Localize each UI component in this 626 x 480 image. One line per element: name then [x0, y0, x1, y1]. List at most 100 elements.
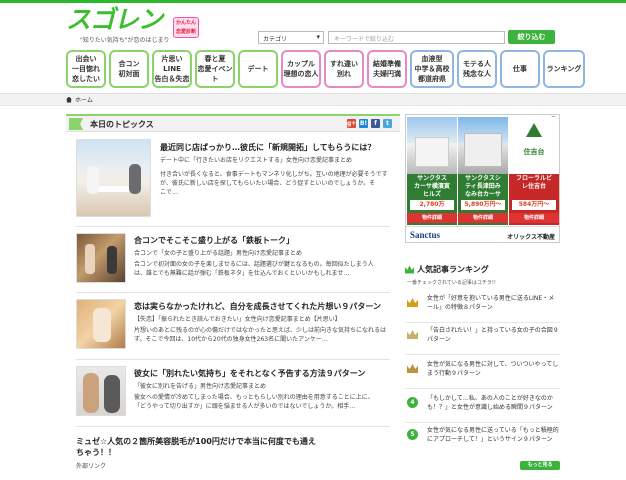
nav-item-work[interactable]: 仕事 [500, 50, 540, 88]
ranking-item[interactable]: 5 女性が気になる男性に送っている「もっと積極的にアプローチして！」というサイン… [405, 426, 560, 454]
ranking-item[interactable]: 女性が気になる男性に対して、ついついやってしまう行動９パターン [405, 360, 560, 388]
ranking-item-text[interactable]: 「もしかして…私、あの人のことが好きなのかも！？」と女性が意識し始める瞬間９パタ… [427, 394, 560, 412]
nav-item-marriage[interactable]: 結婚準備 夫婦円満 [367, 50, 407, 88]
nav-item-date[interactable]: デート [238, 50, 278, 88]
badge-text: かんたん 恋愛診断 [175, 20, 196, 35]
ad-detail-button[interactable]: 物件詳細 [458, 213, 508, 223]
article-summary: 【失恋】「振られたとき読んでおきたい」女性向け恋愛記事まとめ【片思い】 [134, 316, 341, 323]
ranking-item[interactable]: 女性が「好意を抱いている男性に送るLINE・メール」の特徴８パターン [405, 294, 560, 322]
ad-detail-button[interactable]: 物件詳細 [509, 213, 559, 223]
article-item[interactable]: 彼女に「別れたい気持ち」をそれとなく予告する方法９パターン 「彼女に別れを告げる… [76, 366, 390, 421]
article-item[interactable]: 最近同じ店ばっかり…彼氏に「新規開拓」してもらうには？ デート中に「行きたいお店… [76, 139, 390, 219]
crown-icon [405, 265, 414, 274]
ad-column[interactable]: 住吉台 フローラルビ レ住吉台 584万円〜 物件詳細 [509, 117, 559, 225]
chevron-down-icon: ▾ [316, 33, 320, 41]
ad-detail-button[interactable]: 物件詳細 [407, 213, 457, 223]
ranking-item-text[interactable]: 女性が「好意を抱いている男性に送るLINE・メール」の特徴８パターン [427, 294, 560, 312]
nav-item-crush[interactable]: 片思い LINE 告白＆失恋 [152, 50, 192, 88]
article-thumbnail[interactable] [76, 299, 126, 349]
thumb-person-shape [104, 375, 120, 413]
gold-crown-icon [407, 298, 418, 307]
nav-item-goukon[interactable]: 合コン 初対面 [109, 50, 149, 88]
ad-column[interactable]: サンクタス カーサ横濱寅 ヒルズ 2,780万 物件詳細 [407, 117, 457, 225]
article-excerpt: 「どうやって切り出すか」に頭を悩ませる人が多いのではないでしょうか。相手… [134, 403, 356, 410]
article-summary: 合コンで「女の子と盛り上がる話題」男性向け恋愛記事まとめ [134, 250, 303, 257]
breadcrumb-home[interactable]: ホーム [75, 95, 93, 104]
ad-property-name: サンクタス カーサ横濱寅 ヒルズ [414, 175, 450, 198]
thumb-person-shape [129, 164, 141, 194]
article-title[interactable]: ミュゼ☆人気の２箇所美容脱毛が100円だけで本当に何度でも通え ちゃう！！ [76, 436, 390, 458]
thumb-person-shape [85, 244, 95, 274]
ad-property-name: フローラルビ レ住吉台 [515, 175, 552, 190]
external-link-label: 外部リンク [76, 463, 107, 470]
category-select[interactable]: カテゴリ ▾ [258, 31, 324, 44]
ranking-title: 人気記事ランキング [417, 265, 489, 274]
breadcrumb: ホーム [66, 95, 93, 104]
divider [76, 226, 390, 227]
ad-property-name: サンクタスシ ティ長津田み なみ台カーサ [465, 175, 501, 198]
nav-item-bloodtype[interactable]: 血液型 中学＆高校 都道府県 [410, 50, 454, 88]
article-excerpt: 彼女への愛情が冷めてしまった場合、もっともらしい別れの理由を用意することに上に、 [134, 394, 374, 401]
thumb-person-shape [87, 166, 99, 194]
twitter-icon[interactable]: t [383, 119, 392, 128]
article-thumbnail[interactable] [76, 366, 126, 416]
site-tagline: "知りたい気持ち"が恋のはじまり [80, 37, 170, 44]
article-thumbnail[interactable] [76, 233, 126, 283]
article-thumbnail[interactable] [76, 139, 151, 217]
ranking-item[interactable]: 「告白されたい！」と持っている女の子の合図９パターン [405, 326, 560, 354]
divider [76, 426, 390, 427]
article-item[interactable]: 合コンでそこそこ盛り上がる「鉄板トーク」 合コンで「女の子と盛り上がる話題」男性… [76, 233, 390, 288]
hatena-icon[interactable]: B! [359, 119, 368, 128]
diagnosis-badge[interactable]: かんたん 恋愛診断 [173, 17, 199, 38]
ranking-item-text[interactable]: 女性が気になる男性に送っている「もっと積極的にアプローチして！」というサイン９パ… [427, 426, 560, 444]
silver-crown-icon [407, 330, 418, 339]
rank-number-badge: 4 [407, 397, 418, 408]
ad-brand-bar: Sanctus オリックス不動産 [406, 226, 559, 243]
ad-top-label: 住吉台 [523, 148, 545, 156]
nav-item-events[interactable]: 春と夏 恋愛イベント [195, 50, 235, 88]
article-title[interactable]: 彼女に「別れたい気持ち」をそれとなく予告する方法９パターン [134, 368, 390, 379]
divider [405, 322, 560, 323]
article-title[interactable]: 恋は実らなかったけれど、自分を成長させてくれた片想い９パターン [134, 301, 390, 312]
ranking-header: 人気記事ランキング [405, 264, 489, 275]
ad-photo [458, 117, 508, 174]
ad-brand-left: Sanctus [410, 230, 441, 240]
flag-icon [69, 118, 83, 130]
category-label: カテゴリ [263, 36, 288, 43]
rank-number-badge: 5 [407, 429, 418, 440]
article-item[interactable]: ミュゼ☆人気の２箇所美容脱毛が100円だけで本当に何度でも通え ちゃう！！ 外部… [76, 434, 390, 474]
nav-item-couple[interactable]: カップル 理想の恋人 [281, 50, 321, 88]
article-excerpt: が、彼氏に新しい店を探してもらいたい場合、どう促すといいのでしょうか。そ [160, 180, 376, 187]
nav-item-encounter[interactable]: 出会い 一目惚れ 恋したい [66, 50, 106, 88]
ad-photo [407, 117, 457, 174]
article-excerpt: 合コンで初対面の女の子を楽しませるには、話題選びが鍵となるもの。毎回似たしまう人 [134, 261, 374, 268]
site-logo[interactable]: スゴレン [66, 7, 163, 33]
building-shape [464, 133, 502, 167]
thumb-person-shape [107, 246, 117, 274]
thumb-person-shape [93, 308, 111, 342]
search-button[interactable]: 絞り込む [508, 30, 555, 44]
ad-photo: 住吉台 [509, 117, 559, 174]
nav-item-ranking[interactable]: ランキング [543, 50, 585, 88]
nav-item-breakup[interactable]: すれ違い 別れ [324, 50, 364, 88]
divider [76, 292, 390, 293]
ranking-item[interactable]: 4 「もしかして…私、あの人のことが好きなのかも！？」と女性が意識し始める瞬間９… [405, 394, 560, 422]
ranking-item-text[interactable]: 「告白されたい！」と持っている女の子の合図９パターン [427, 326, 560, 344]
article-excerpt: こで… [160, 189, 179, 196]
facebook-icon[interactable]: f [371, 119, 380, 128]
more-button[interactable]: もっと見る [520, 461, 560, 470]
google-plus-icon[interactable]: g+ [347, 119, 356, 128]
article-title[interactable]: 合コンでそこそこ盛り上がる「鉄板トーク」 [134, 235, 390, 246]
article-title[interactable]: 最近同じ店ばっかり…彼氏に「新規開拓」してもらうには？ [160, 142, 390, 153]
ad-logo-mark [526, 123, 542, 137]
keyword-input[interactable]: キーワードで絞り込む [328, 31, 505, 44]
ranking-item-text[interactable]: 女性が気になる男性に対して、ついついやってしまう行動９パターン [427, 360, 560, 378]
topics-header: 本日のトピックス g+ B! f t [66, 114, 400, 132]
nav-item-popular[interactable]: モテる人 残念な人 [457, 50, 497, 88]
ad-brand-right: オリックス不動産 [507, 234, 555, 241]
article-item[interactable]: 恋は実らなかったけれど、自分を成長させてくれた片想い９パターン 【失恋】「振られ… [76, 299, 390, 354]
bronze-crown-icon [407, 364, 418, 373]
ad-column[interactable]: サンクタスシ ティ長津田み なみ台カーサ 5,890万円〜 物件詳細 [458, 117, 508, 225]
real-estate-ad[interactable]: i サンクタス カーサ横濱寅 ヒルズ 2,780万 物件詳細 サンクタスシ ティ… [405, 114, 560, 243]
ad-price: 2,780万 [410, 200, 454, 210]
